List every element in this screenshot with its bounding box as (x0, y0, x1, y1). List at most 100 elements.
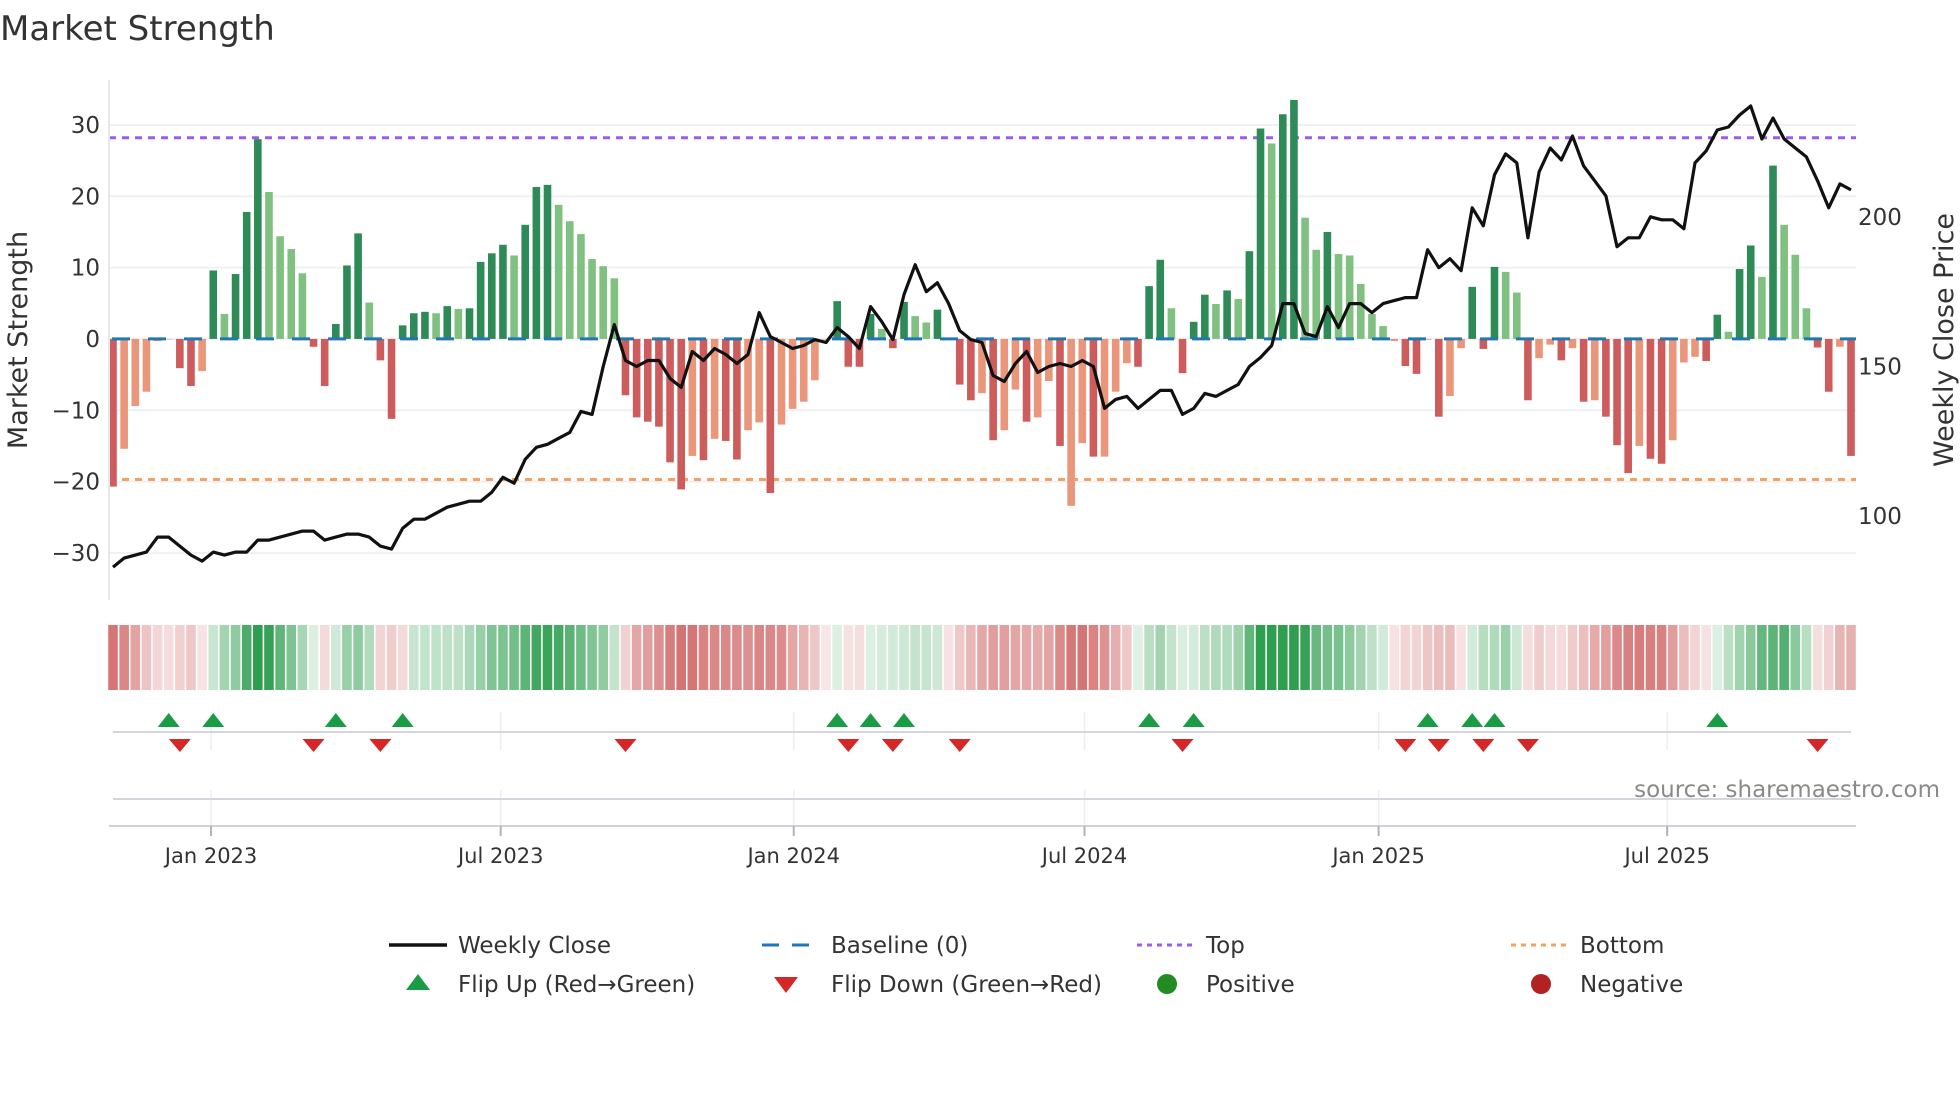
strength-bar (733, 338, 741, 460)
heat-cell (1478, 625, 1489, 690)
strength-bar (510, 255, 518, 339)
heat-cell (1567, 625, 1578, 690)
heat-cell (197, 625, 207, 690)
y-axis-label: Market Strength (3, 231, 34, 449)
heat-cell (1790, 625, 1801, 690)
strength-bar (398, 325, 407, 339)
heat-cell (1467, 625, 1478, 690)
heat-cell (765, 625, 776, 690)
strength-bar (1134, 338, 1142, 367)
strength-bar (1390, 338, 1399, 342)
flip-up-marker (859, 713, 882, 727)
strength-bar (1713, 314, 1722, 339)
heat-cell (464, 625, 475, 690)
flip-down-marker (1806, 739, 1829, 752)
heat-cell (1823, 625, 1834, 690)
heat-cell (1344, 625, 1355, 690)
heat-cell (1055, 625, 1065, 690)
strength-bar (655, 338, 663, 427)
heat-cell (888, 625, 898, 690)
heat-cell (353, 625, 363, 690)
heat-cell (798, 625, 809, 690)
heat-cell (1456, 625, 1466, 690)
strength-bar (1267, 143, 1276, 339)
strength-bar (131, 338, 140, 406)
heat-cell (141, 625, 152, 690)
heat-cell (253, 625, 263, 690)
x-tick-label: Jul 2023 (456, 844, 543, 868)
strength-bar (1323, 231, 1332, 339)
heat-cell (1812, 625, 1823, 690)
heat-cell (1634, 625, 1645, 690)
strength-bar (454, 308, 463, 339)
heat-cell (698, 625, 709, 690)
heat-cell (899, 625, 909, 690)
heat-cell (1244, 625, 1255, 690)
heat-cell (642, 625, 653, 690)
heat-cell (1077, 625, 1088, 690)
heat-cell (810, 625, 820, 690)
heat-cell (732, 625, 742, 690)
heat-cell (397, 625, 408, 690)
heat-cell (119, 625, 129, 690)
legend-label: Weekly Close (458, 933, 611, 959)
strength-bar (1078, 338, 1087, 444)
heat-cell (720, 625, 731, 690)
y-tick-label: −30 (51, 541, 100, 567)
y2-tick-label: 150 (1858, 354, 1902, 380)
strength-bar (421, 311, 429, 339)
strength-bar (1724, 331, 1733, 339)
flip-down-marker (168, 739, 191, 752)
strength-bar (599, 266, 608, 339)
heat-cell (676, 625, 686, 690)
heat-cell (1211, 625, 1221, 690)
strength-bar (1590, 338, 1599, 401)
strength-bar (242, 211, 251, 339)
heat-cell (821, 625, 831, 690)
heat-cell (1734, 625, 1745, 690)
heat-cell (342, 625, 352, 690)
strength-bar (1379, 326, 1387, 339)
heat-cell (442, 625, 453, 690)
heat-cell (743, 625, 753, 690)
x-tick-label: Jan 2024 (745, 844, 840, 868)
heat-cell (241, 625, 252, 690)
strength-bar (1234, 298, 1243, 339)
strength-bar (1245, 251, 1254, 339)
flip-down-marker (614, 739, 637, 752)
strength-bar (710, 338, 719, 439)
heat-cell (709, 625, 720, 690)
heat-cell (130, 625, 141, 690)
strength-bar (922, 322, 931, 339)
heat-cell (1155, 625, 1166, 690)
flip-up-marker (1461, 713, 1484, 727)
heat-cell (1133, 625, 1143, 690)
heat-cell (1589, 625, 1600, 690)
heat-cell (1768, 625, 1778, 690)
strength-bar (198, 338, 206, 372)
strength-bar (120, 338, 128, 449)
heat-cell (409, 625, 419, 690)
strength-bar (1602, 338, 1610, 417)
heat-cell (1110, 625, 1121, 690)
heat-cell (319, 625, 330, 690)
flip-down-marker (1516, 739, 1539, 752)
legend-label: Top (1205, 933, 1245, 959)
strength-bar (1056, 338, 1064, 446)
strength-bar (298, 273, 307, 339)
flip-down-marker (369, 739, 392, 752)
strength-bar (1000, 338, 1009, 431)
strength-bar (1635, 338, 1644, 446)
strength-bar (1434, 338, 1443, 417)
heat-cell (1300, 625, 1310, 690)
weekly-close-line (111, 104, 1852, 569)
strength-bar (476, 261, 485, 339)
strength-bar (231, 274, 240, 339)
strength-bar (1033, 338, 1042, 418)
heat-cell (1278, 625, 1288, 690)
heat-cell (152, 625, 163, 690)
heat-cell (1144, 625, 1154, 690)
strength-bar (1746, 245, 1755, 339)
heat-cell (208, 625, 219, 690)
heat-cell (1701, 625, 1711, 690)
